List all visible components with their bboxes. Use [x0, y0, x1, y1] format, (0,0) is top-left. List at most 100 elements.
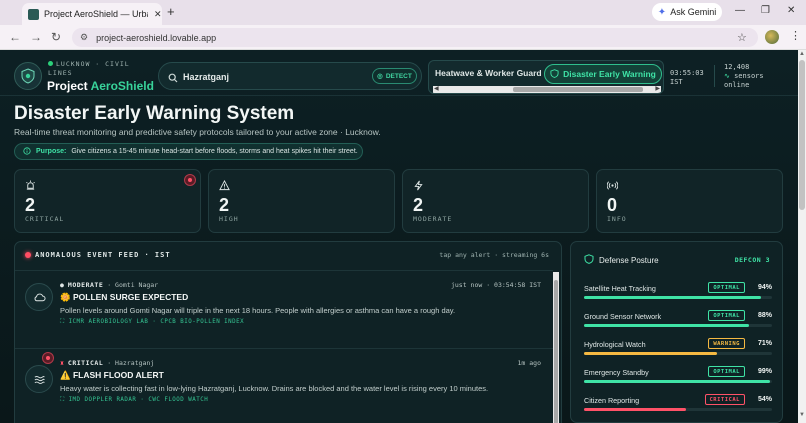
- scroll-up-icon[interactable]: ▲: [799, 51, 805, 57]
- stat-card-info[interactable]: 0 INFO: [596, 169, 783, 233]
- alert-card[interactable]: ● MODERATE · Gomti Nagar just now · 03:5…: [15, 270, 553, 342]
- alert-location: · Gomti Nagar: [107, 281, 159, 289]
- stat-card-critical[interactable]: 2 CRITICAL: [14, 169, 201, 233]
- posture-row: Hydrological Watch WARNING 71%: [584, 338, 772, 362]
- location-label: LUCKNOW · CIVIL LINES: [48, 60, 130, 77]
- back-icon[interactable]: ←: [9, 30, 21, 44]
- flower-icon: 🌼: [60, 292, 71, 302]
- satellite-icon: ⛶: [60, 397, 65, 403]
- moderate-count: 2: [413, 195, 424, 215]
- posture-progress-bar: [584, 380, 772, 383]
- mode-switcher-scrollbar[interactable]: ◀ ▶: [433, 86, 661, 93]
- alert-card[interactable]: ♜ CRITICAL · Hazratganj 1m ago ⚠️ FLASH …: [15, 348, 553, 420]
- search-input[interactable]: Hazratganj: [183, 72, 229, 82]
- alert-meta: ● MODERATE · Gomti Nagar: [60, 281, 158, 289]
- detect-button[interactable]: ◎ DETECT: [372, 68, 417, 84]
- browser-menu-icon[interactable]: ⋮: [790, 29, 801, 42]
- siren-icon: [25, 178, 36, 196]
- pulse-icon: ∿: [724, 72, 730, 80]
- sensors-online: 12,408 ∿ sensors online: [724, 63, 764, 89]
- shield-icon: [584, 254, 594, 266]
- posture-system-name: Satellite Heat Tracking: [584, 284, 656, 293]
- critical-label: CRITICAL: [25, 215, 65, 223]
- posture-title: Defense Posture: [584, 254, 659, 266]
- stat-card-high[interactable]: 2 HIGH: [208, 169, 395, 233]
- defense-posture-panel: Defense Posture DEFCON 3 Satellite Heat …: [570, 241, 783, 423]
- posture-system-name: Hydrological Watch: [584, 340, 646, 349]
- status-badge: OPTIMAL: [708, 366, 745, 377]
- posture-progress-bar: [584, 408, 772, 411]
- profile-avatar[interactable]: [765, 30, 779, 44]
- divider: [714, 65, 715, 87]
- tab-heatwave-worker-guard[interactable]: Heatwave & Worker Guard: [435, 68, 542, 78]
- scrollbar-thumb[interactable]: [513, 87, 643, 92]
- alert-location: · Hazratganj: [107, 359, 155, 367]
- severity-label: CRITICAL: [67, 359, 104, 367]
- alert-meta: ♜ CRITICAL · Hazratganj: [60, 359, 154, 367]
- status-badge: WARNING: [708, 338, 745, 349]
- posture-row: Ground Sensor Network OPTIMAL 88%: [584, 310, 772, 334]
- scrollbar-thumb[interactable]: [799, 60, 805, 210]
- favicon-icon: [28, 8, 39, 20]
- posture-progress-fill: [584, 296, 761, 299]
- posture-system-name: Ground Sensor Network: [584, 312, 662, 321]
- moderate-label: MODERATE: [413, 215, 453, 223]
- forward-icon[interactable]: →: [30, 30, 42, 44]
- posture-percent: 88%: [757, 312, 772, 319]
- high-count: 2: [219, 195, 230, 215]
- cloud-icon: [25, 283, 53, 311]
- browser-tab-bar: Project AeroShield — Urban Civil Lines ✕…: [0, 0, 806, 25]
- site-settings-icon[interactable]: ⚙: [80, 32, 88, 43]
- new-tab-button[interactable]: +: [167, 4, 175, 19]
- scroll-down-icon[interactable]: ▼: [799, 412, 805, 418]
- mode-switcher: Heatwave & Worker Guard Disaster Early W…: [428, 60, 664, 94]
- gemini-sparkle-icon: ✦: [657, 6, 667, 18]
- url-text: project-aeroshield.lovable.app: [96, 32, 217, 43]
- scroll-right-icon[interactable]: ▶: [655, 85, 660, 92]
- ask-gemini-label: Ask Gemini: [670, 7, 717, 17]
- alert-time: just now · 03:54:58 IST: [450, 281, 541, 289]
- alert-ping-icon: [42, 352, 54, 364]
- posture-system-name: Citizen Reporting: [584, 396, 640, 405]
- posture-progress-bar: [584, 352, 772, 355]
- posture-percent: 54%: [757, 396, 772, 403]
- ask-gemini-button[interactable]: ✦ Ask Gemini: [652, 3, 722, 21]
- reload-icon[interactable]: ↻: [51, 30, 61, 44]
- posture-percent: 71%: [757, 340, 772, 347]
- maximize-button[interactable]: ❐: [761, 5, 770, 16]
- severity-dot-icon: ●: [60, 281, 64, 289]
- scrollbar-thumb[interactable]: [554, 280, 558, 423]
- alert-headline: ⚠️ FLASH FLOOD ALERT: [60, 370, 164, 380]
- page-scrollbar[interactable]: ▲ ▼: [798, 50, 806, 423]
- tab-disaster-early-warning[interactable]: Disaster Early Warning: [544, 64, 662, 84]
- scroll-left-icon[interactable]: ◀: [434, 85, 439, 92]
- minimize-button[interactable]: —: [735, 5, 745, 16]
- posture-system-name: Emergency Standby: [584, 368, 649, 377]
- window-close-button[interactable]: ✕: [787, 5, 795, 16]
- purpose-banner: Purpose: Give citizens a 15-45 minute he…: [14, 143, 363, 160]
- stat-card-moderate[interactable]: 2 MODERATE: [402, 169, 589, 233]
- live-clock: 03:55:03 IST: [670, 69, 704, 86]
- browser-tab[interactable]: Project AeroShield — Urban Civil Lines ✕: [22, 3, 162, 25]
- page-subtitle: Real-time threat monitoring and predicti…: [14, 127, 381, 137]
- bookmark-star-icon[interactable]: ☆: [737, 31, 747, 44]
- posture-percent: 99%: [757, 368, 772, 375]
- zone-search[interactable]: Hazratganj ◎ DETECT: [158, 62, 422, 90]
- satellite-icon: ⛶: [60, 319, 65, 325]
- page-viewport: LUCKNOW · CIVIL LINES Project AeroShield…: [0, 50, 798, 423]
- search-icon: [168, 70, 178, 88]
- lightning-icon: [413, 178, 424, 196]
- info-count: 0: [607, 195, 618, 215]
- alert-sources: ⛶ IMD DOPPLER RADAR · CWC FLOOD WATCH: [60, 397, 209, 403]
- live-indicator-icon: [25, 252, 31, 258]
- shield-logo-icon[interactable]: [14, 62, 42, 90]
- target-icon: ◎: [377, 73, 383, 80]
- feed-scrollbar[interactable]: [553, 272, 559, 423]
- url-field[interactable]: ⚙ project-aeroshield.lovable.app: [72, 28, 758, 47]
- posture-progress-fill: [584, 380, 771, 383]
- close-tab-icon[interactable]: ✕: [154, 9, 162, 20]
- alert-headline: 🌼 POLLEN SURGE EXPECTED: [60, 292, 189, 302]
- high-label: HIGH: [219, 215, 239, 223]
- info-icon: [23, 146, 31, 157]
- warning-icon: ⚠️: [60, 370, 71, 380]
